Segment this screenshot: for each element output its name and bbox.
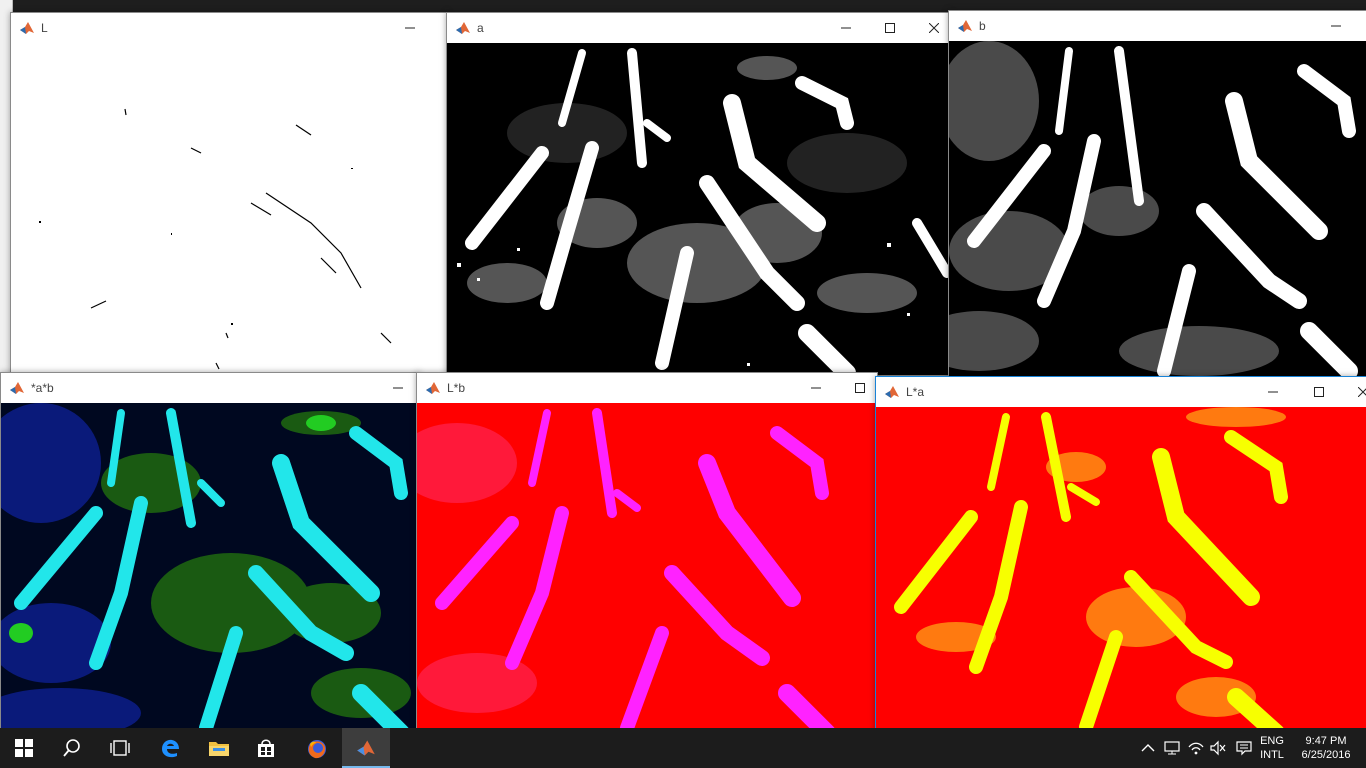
window-title: L*b (447, 381, 466, 395)
image-La-canvas (894, 407, 1288, 733)
figure-window-Lb[interactable]: L*b (416, 372, 878, 734)
matlab-icon (426, 382, 440, 394)
titlebar[interactable]: b (949, 11, 1366, 41)
window-title: b (979, 19, 986, 33)
close-icon (929, 23, 939, 33)
firefox-button[interactable] (292, 728, 340, 768)
window-title: L*a (906, 385, 925, 399)
clock-time: 9:47 PM (1305, 735, 1347, 747)
notification-icon (1236, 741, 1252, 756)
show-hidden-icons-button[interactable] (1136, 728, 1160, 768)
minimize-icon (405, 27, 415, 29)
minimize-icon (1268, 391, 1278, 393)
folder-icon (209, 742, 229, 756)
edge-button[interactable] (146, 728, 194, 768)
store-button[interactable] (242, 728, 290, 768)
titlebar[interactable]: *a*b (1, 373, 419, 403)
image-a-canvas (457, 48, 951, 375)
image-L-canvas (39, 108, 392, 370)
volume-button[interactable] (1206, 728, 1230, 768)
clock-date: 6/25/2016 (1301, 749, 1351, 761)
image-Lb (417, 403, 877, 733)
file-explorer-button[interactable] (194, 728, 242, 768)
volume-muted-icon (1210, 740, 1226, 756)
matlab-icon (456, 22, 470, 34)
matlab-icon (357, 740, 375, 756)
figure-window-L[interactable]: L (10, 12, 448, 376)
maximize-icon (855, 383, 865, 393)
network-button[interactable] (1160, 728, 1184, 768)
minimize-icon (1331, 25, 1341, 27)
maximize-icon (885, 23, 895, 33)
input-language-indicator[interactable]: ENG INTL (1256, 734, 1288, 762)
windows-logo-icon (15, 739, 33, 757)
search-button[interactable] (48, 728, 96, 768)
close-icon (1358, 387, 1366, 397)
close-button[interactable] (1340, 377, 1366, 407)
minimize-icon (393, 387, 403, 389)
window-title: *a*b (31, 381, 54, 395)
maximize-button[interactable] (1296, 377, 1342, 407)
clock[interactable]: 9:47 PM 6/25/2016 (1294, 734, 1358, 762)
matlab-button[interactable] (342, 728, 390, 768)
matlab-icon (20, 22, 34, 34)
language-code: ENG (1260, 735, 1284, 747)
titlebar[interactable]: L*b (417, 373, 877, 403)
minimize-button[interactable] (375, 373, 419, 403)
maximize-icon (1314, 387, 1324, 397)
maximize-button[interactable] (867, 13, 913, 43)
image-ab (1, 403, 419, 733)
store-icon (258, 739, 274, 757)
firefox-icon (308, 740, 326, 759)
image-b-canvas (949, 41, 1358, 377)
search-icon (63, 739, 80, 757)
titlebar[interactable]: L (11, 13, 447, 43)
chevron-up-icon (1141, 744, 1155, 752)
titlebar[interactable]: a (447, 13, 951, 43)
minimize-button[interactable] (1313, 11, 1359, 41)
image-La (876, 407, 1366, 733)
matlab-icon (10, 382, 24, 394)
figure-window-a[interactable]: a (446, 12, 952, 376)
window-title: L (41, 21, 48, 35)
image-L (11, 43, 447, 375)
figure-window-La[interactable]: L*a (875, 376, 1366, 734)
task-view-icon (110, 740, 130, 756)
figure-window-ab[interactable]: *a*b (0, 372, 420, 734)
wifi-button[interactable] (1184, 728, 1208, 768)
image-b (949, 41, 1366, 377)
window-title: a (477, 21, 484, 35)
minimize-button[interactable] (387, 13, 433, 43)
taskbar: ENG INTL 9:47 PM 6/25/2016 (0, 728, 1366, 768)
close-button[interactable] (911, 13, 951, 43)
titlebar[interactable]: L*a (876, 377, 1366, 407)
task-view-button[interactable] (96, 728, 144, 768)
minimize-icon (811, 387, 821, 389)
action-center-button[interactable] (1232, 728, 1256, 768)
matlab-icon (885, 386, 899, 398)
image-ab-canvas (1, 403, 411, 733)
minimize-button[interactable] (823, 13, 869, 43)
wifi-icon (1188, 742, 1204, 755)
maximize-button[interactable] (837, 373, 877, 403)
keyboard-layout: INTL (1260, 749, 1284, 761)
image-Lb-canvas (417, 408, 836, 733)
minimize-button[interactable] (793, 373, 839, 403)
start-button[interactable] (0, 728, 48, 768)
image-a (447, 43, 951, 375)
matlab-icon (958, 20, 972, 32)
edge-icon (162, 739, 179, 758)
minimize-button[interactable] (1250, 377, 1296, 407)
network-icon (1164, 741, 1180, 755)
figure-window-b[interactable]: b (948, 10, 1366, 378)
minimize-icon (841, 27, 851, 29)
